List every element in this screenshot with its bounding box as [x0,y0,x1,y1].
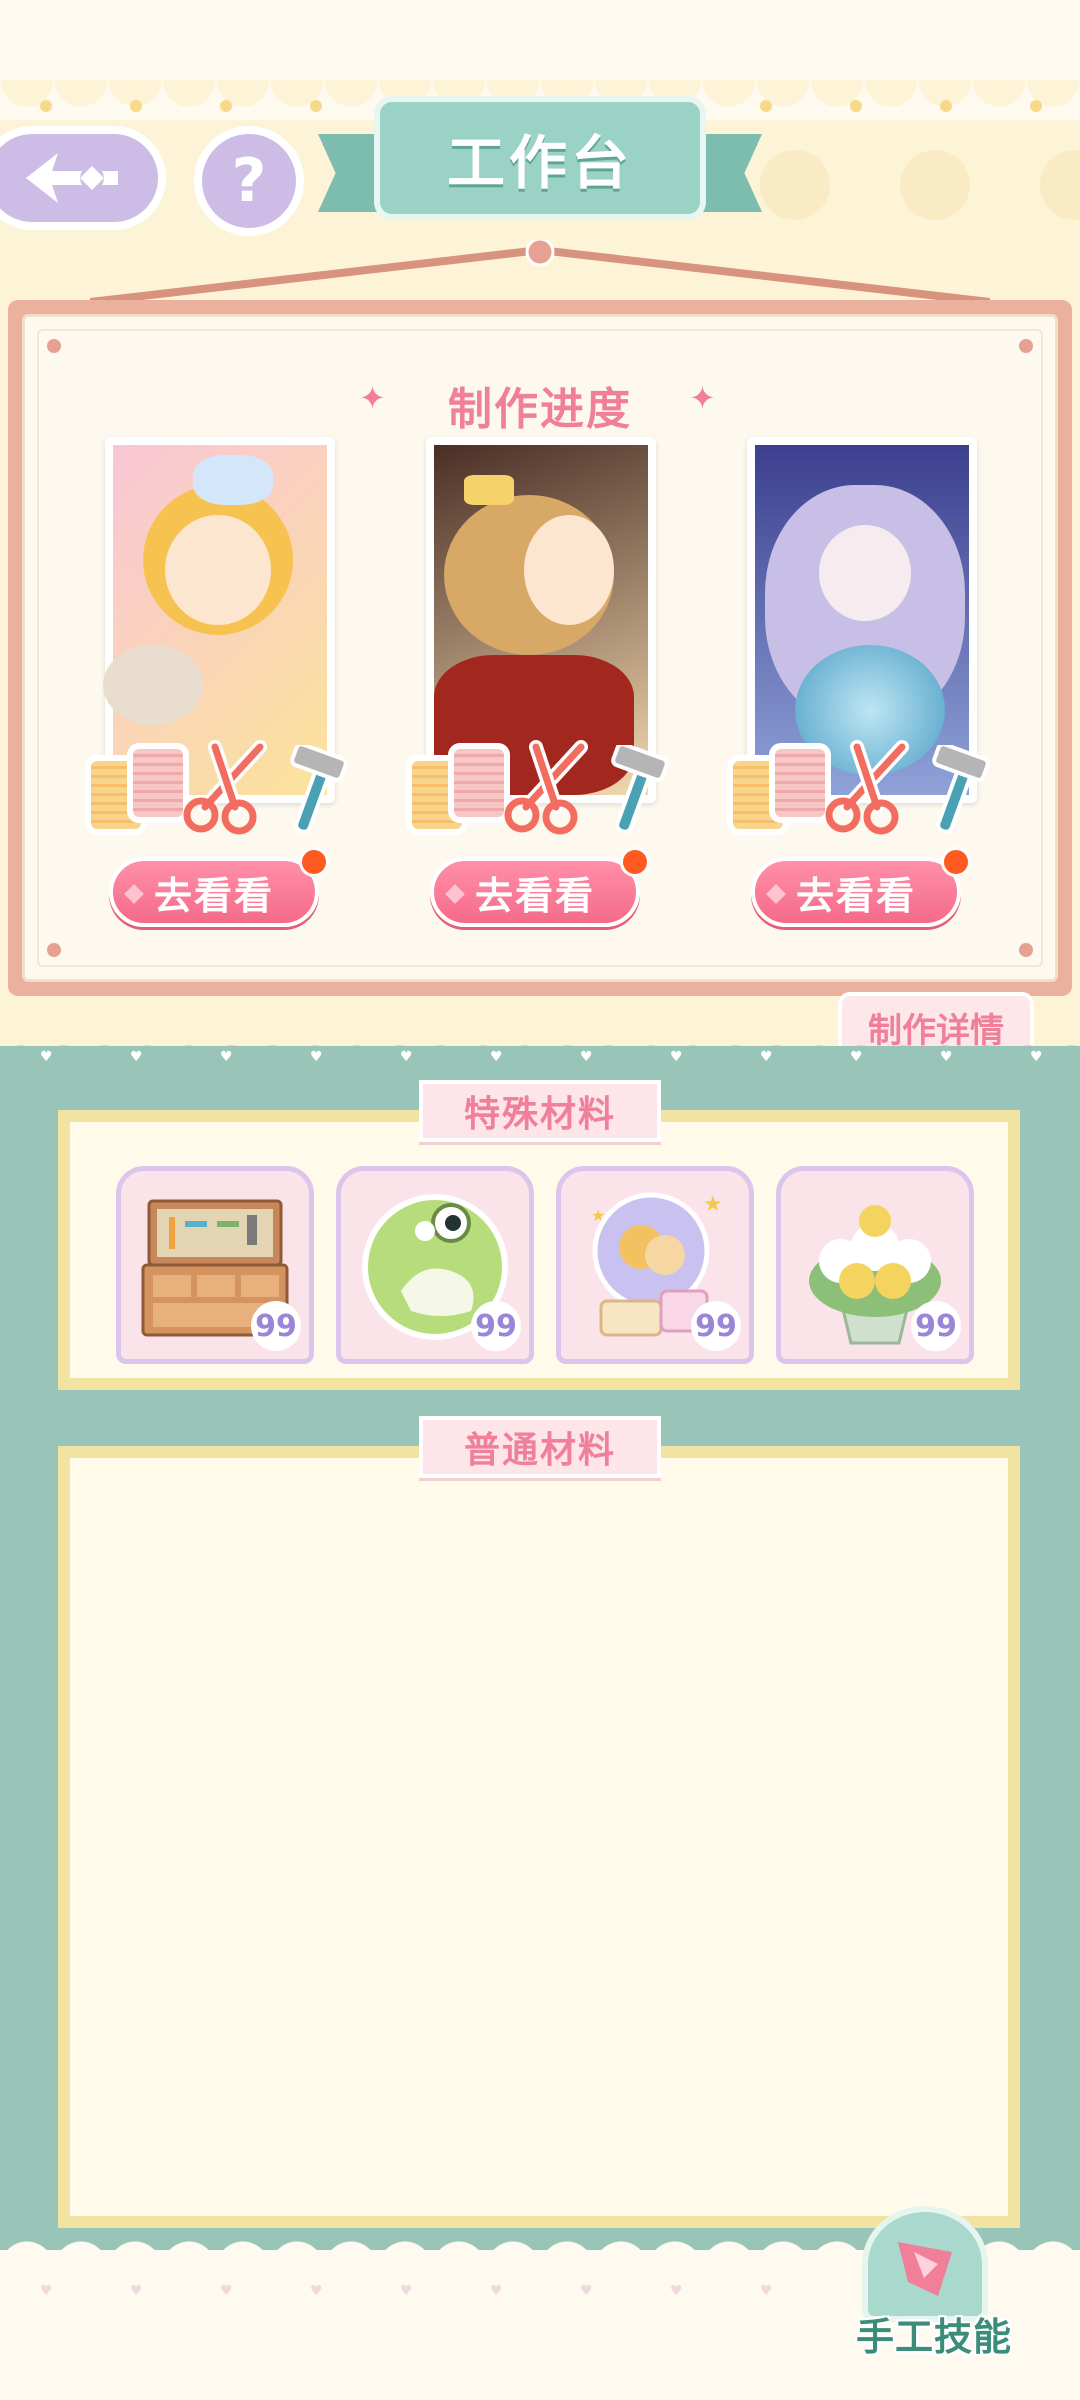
hammer-icon [932,745,990,834]
scissors-icon [504,740,588,835]
progress-board-inner: ✦ 制作进度 ✦ 去看看 去看看 去看看 [22,314,1058,982]
progress-card[interactable]: 去看看 [75,437,367,927]
sparkle-right-icon: ✦ [689,379,716,417]
hammer-icon [611,745,669,834]
craft-skill-button[interactable]: 手工技能 [844,2206,1024,2359]
progress-board: ✦ 制作进度 ✦ 去看看 去看看 去看看 [8,300,1072,996]
board-pin [1019,339,1033,353]
notification-dot [620,847,650,877]
board-pin [47,943,61,957]
hammer-icon [290,745,348,834]
special-materials-label: 特殊材料 [419,1080,661,1142]
cat-companion [103,645,203,725]
go-view-label: 去看看 [153,873,274,918]
material-count: 99 [251,1301,301,1351]
diamond-icon [124,884,144,904]
character-bow [193,455,273,505]
go-view-label: 去看看 [474,873,595,918]
crafting-tools [717,737,1009,837]
back-arrow-icon [26,153,118,203]
progress-card[interactable]: 去看看 [717,437,1009,927]
special-materials-panel: 99 99 ★ ★ 99 99 [58,1110,1020,1390]
go-view-button[interactable]: 去看看 [430,857,640,927]
craft-skill-label: 手工技能 [855,2315,1012,2359]
normal-materials-inner [70,1458,1008,2216]
ribbon-main: 工作台 [374,96,706,220]
svg-text:★: ★ [703,1192,723,1217]
special-materials-inner: 99 99 ★ ★ 99 99 [70,1122,1008,1378]
diamond-icon [445,884,465,904]
svg-text:★: ★ [591,1206,605,1225]
notification-dot [941,847,971,877]
material-slot[interactable]: 99 [776,1166,974,1364]
notification-dot [299,847,329,877]
board-pin [47,339,61,353]
progress-heading: 制作进度 [448,384,632,435]
board-pin [1019,943,1033,957]
material-slot[interactable]: 99 [336,1166,534,1364]
normal-materials-panel [58,1446,1020,2228]
heart-row: ♥ ♥ ♥ ♥ ♥ ♥ ♥ ♥ ♥ ♥ ♥ ♥ [40,1049,1043,1065]
material-count: 99 [691,1301,741,1351]
back-button[interactable] [0,126,166,230]
skill-book-icon [862,2206,988,2322]
material-slot[interactable]: 99 [116,1166,314,1364]
scissors-icon [183,740,267,835]
character-face [524,515,614,625]
help-button[interactable]: ? [194,126,304,236]
character-face [819,525,911,621]
paper-craft-icon [898,2242,952,2296]
go-view-button[interactable]: 去看看 [751,857,961,927]
crafting-tools [75,737,367,837]
character-face [165,515,271,625]
material-slot[interactable]: ★ ★ 99 [556,1166,754,1364]
material-count: 99 [911,1301,961,1351]
go-view-button[interactable]: 去看看 [109,857,319,927]
help-question-icon: ? [231,146,267,216]
material-count: 99 [471,1301,521,1351]
character-crown [464,475,514,505]
crafting-tools [396,737,688,837]
page-title: 工作台 [446,129,633,197]
progress-card[interactable]: 去看看 [396,437,688,927]
title-ribbon: 工作台 [318,96,762,226]
scissors-icon [825,740,909,835]
go-view-label: 去看看 [795,873,916,918]
diamond-icon [766,884,786,904]
normal-materials-label: 普通材料 [419,1416,661,1478]
